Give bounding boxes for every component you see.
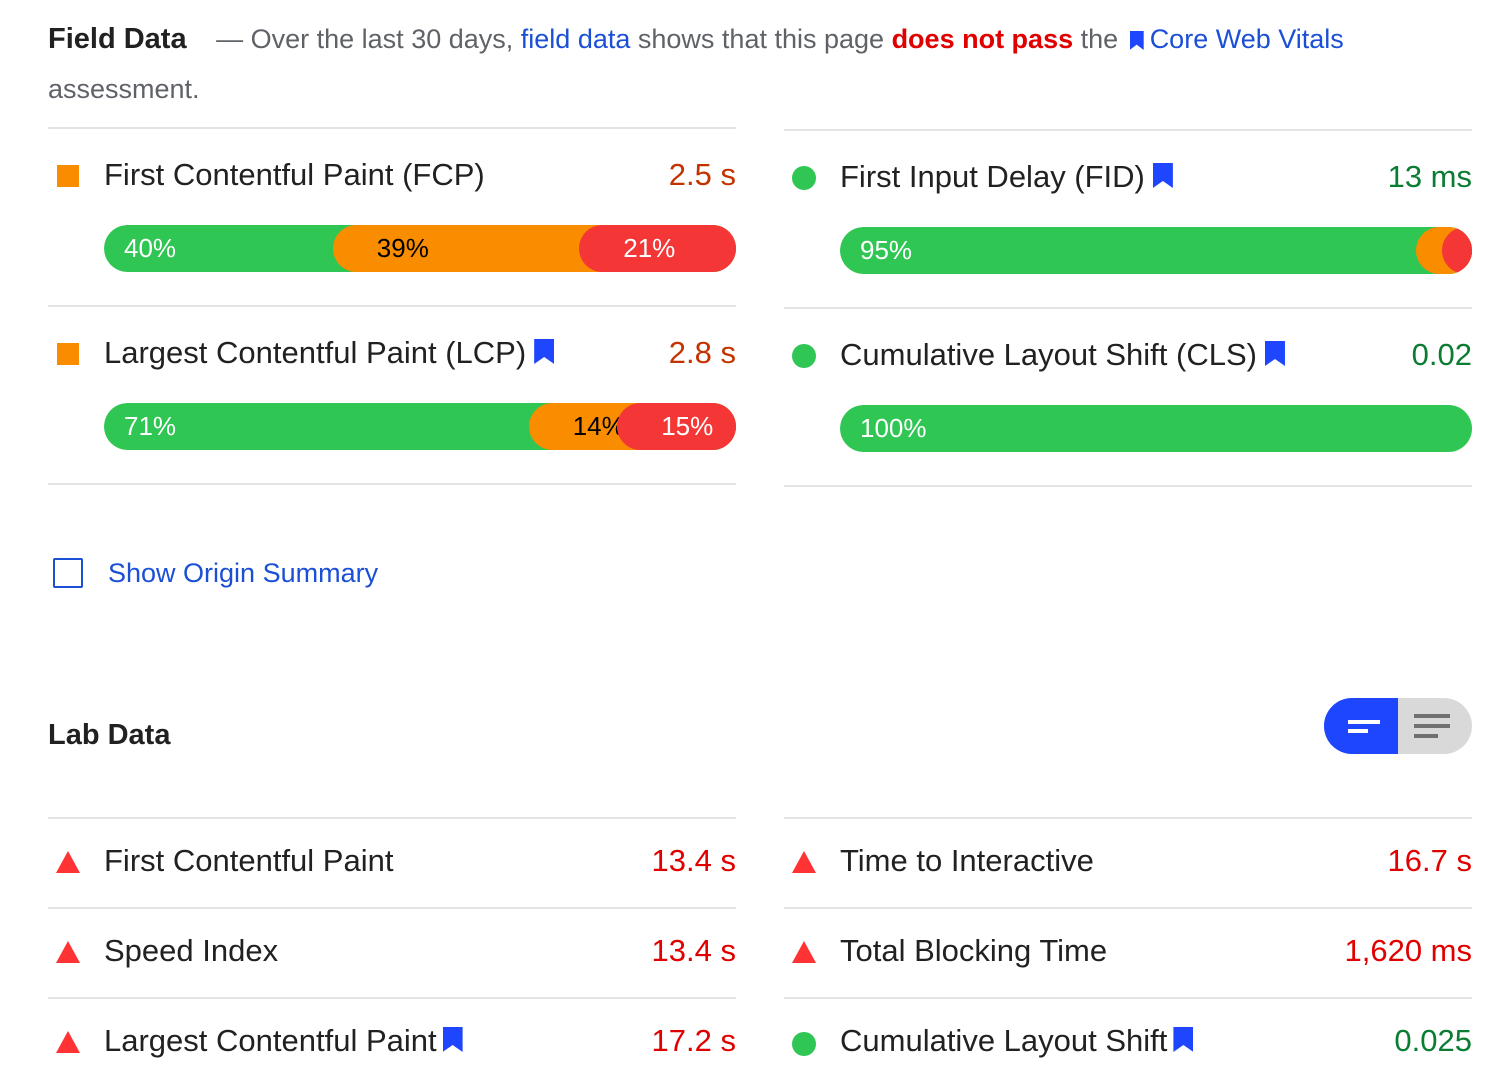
expanded-view-button[interactable] [1398, 698, 1472, 754]
intro-text: shows that this page [637, 24, 885, 54]
bookmark-icon [442, 1027, 463, 1052]
metric-name: First Contentful Paint (FCP) [104, 157, 485, 193]
distribution-bar: 100% [840, 405, 1472, 452]
fail-triangle-icon [792, 851, 816, 873]
metric-value: 2.8 s [668, 335, 736, 370]
metric-label: Cumulative Layout Shift (CLS) [840, 337, 1257, 372]
field-metric: First Contentful Paint (FCP) 2.5 s 40% 39% 2… [48, 127, 736, 307]
average-square-icon [57, 165, 79, 187]
metric-label: First Contentful Paint (FCP) [104, 157, 485, 192]
origin-summary-label[interactable]: Show Origin Summary [108, 556, 378, 590]
divider [784, 307, 1472, 309]
metric-value: 2.5 s [668, 157, 736, 192]
view-toggle[interactable] [1324, 698, 1472, 754]
divider [784, 997, 1472, 999]
metric-name: Speed Index [104, 933, 278, 969]
distribution-segment-poor: 21% [579, 225, 736, 272]
field-metric: Cumulative Layout Shift (CLS) 0.02 100% [784, 307, 1472, 487]
divider [48, 483, 736, 485]
metric-label: Largest Contentful Paint (LCP) [104, 335, 527, 370]
metric-value: 16.7 s [1387, 843, 1472, 878]
expanded-view-icon [1414, 714, 1450, 718]
divider [784, 485, 1472, 487]
lab-metric: Time to Interactive 16.7 s [784, 817, 1472, 907]
field-metric: First Input Delay (FID) 13 ms 95%4%1% [784, 129, 1472, 309]
lab-metric: Cumulative Layout Shift 0.025 [784, 997, 1472, 1087]
distribution-bar: 71% 14% 15% [104, 403, 736, 450]
lab-data-title: Lab Data [48, 719, 171, 751]
metric-name: Total Blocking Time [840, 933, 1107, 969]
metric-name: Cumulative Layout Shift [840, 1023, 1199, 1059]
core-web-vitals-link[interactable]: Core Web Vitals [1150, 24, 1344, 54]
bookmark-icon [1152, 163, 1173, 188]
divider [784, 907, 1472, 909]
lab-metric: First Contentful Paint 13.4 s [48, 817, 736, 907]
fail-triangle-icon [792, 941, 816, 963]
intro-text: assessment. [48, 74, 200, 104]
fail-triangle-icon [56, 941, 80, 963]
metric-value: 13 ms [1387, 159, 1472, 194]
metric-label: Time to Interactive [840, 843, 1094, 878]
intro-text: the [1080, 24, 1119, 54]
compact-view-icon-line [1348, 729, 1368, 733]
metric-name: Time to Interactive [840, 843, 1094, 879]
divider [48, 305, 736, 307]
metric-label: Total Blocking Time [840, 933, 1108, 968]
metric-value: 13.4 s [651, 843, 736, 878]
metric-name: Largest Contentful Paint (LCP) [104, 335, 560, 371]
divider [48, 997, 736, 999]
field-data-link[interactable]: field data [521, 24, 631, 54]
divider [784, 817, 1472, 819]
field-metric: Largest Contentful Paint (LCP) 2.8 s 71% 14… [48, 305, 736, 485]
divider [48, 127, 736, 129]
bookmark-icon [1264, 341, 1285, 366]
pass-circle-icon [792, 1032, 816, 1056]
fail-triangle-icon [56, 851, 80, 873]
lab-metric: Largest Contentful Paint 17.2 s [48, 997, 736, 1087]
intro-text: Over the last 30 days, [250, 24, 514, 54]
metric-name: Largest Contentful Paint [104, 1023, 469, 1059]
expanded-view-icon-line [1414, 734, 1438, 738]
metric-label: Cumulative Layout Shift [840, 1023, 1168, 1058]
metric-label: First Contentful Paint [104, 843, 394, 878]
lab-metric: Total Blocking Time 1,620 ms [784, 907, 1472, 997]
metric-label: Speed Index [104, 933, 279, 968]
field-data-title: Field Data [48, 23, 187, 55]
distribution-segment-good: 100% [840, 405, 1472, 452]
assessment-result: does not pass [891, 24, 1074, 54]
pass-circle-icon [792, 166, 816, 190]
metric-label: First Input Delay (FID) [840, 159, 1145, 194]
fail-triangle-icon [56, 1031, 80, 1053]
average-square-icon [57, 343, 79, 365]
bookmark-icon [1173, 1027, 1194, 1052]
distribution-segment-good: 95% [840, 227, 1472, 274]
divider [48, 907, 736, 909]
metric-name: Cumulative Layout Shift (CLS) [840, 337, 1291, 373]
bookmark-icon [1129, 31, 1144, 50]
metric-label: Largest Contentful Paint [104, 1023, 437, 1058]
lab-metric: Speed Index 13.4 s [48, 907, 736, 997]
compact-view-button[interactable] [1324, 698, 1398, 754]
compact-view-icon [1348, 720, 1380, 724]
distribution-bar: 40% 39% 21% [104, 225, 736, 272]
metric-value: 17.2 s [651, 1023, 736, 1058]
bookmark-icon [534, 339, 555, 364]
metric-value: 0.025 [1394, 1023, 1472, 1058]
metric-value: 0.02 [1411, 337, 1472, 372]
expanded-view-icon-line [1414, 724, 1450, 728]
divider [784, 129, 1472, 131]
distribution-bar: 95%4%1% [840, 227, 1472, 274]
pass-circle-icon [792, 344, 816, 368]
distribution-segment-poor: 15% [617, 403, 736, 450]
origin-summary-checkbox[interactable] [53, 558, 83, 588]
metric-value: 13.4 s [651, 933, 736, 968]
field-data-intro: Field Data — Over the last 30 days, fiel… [48, 14, 1348, 114]
intro-dash: — [216, 24, 244, 54]
metric-name: First Input Delay (FID) [840, 159, 1179, 195]
metric-value: 1,620 ms [1344, 933, 1472, 968]
metric-name: First Contentful Paint [104, 843, 393, 879]
divider [48, 817, 736, 819]
